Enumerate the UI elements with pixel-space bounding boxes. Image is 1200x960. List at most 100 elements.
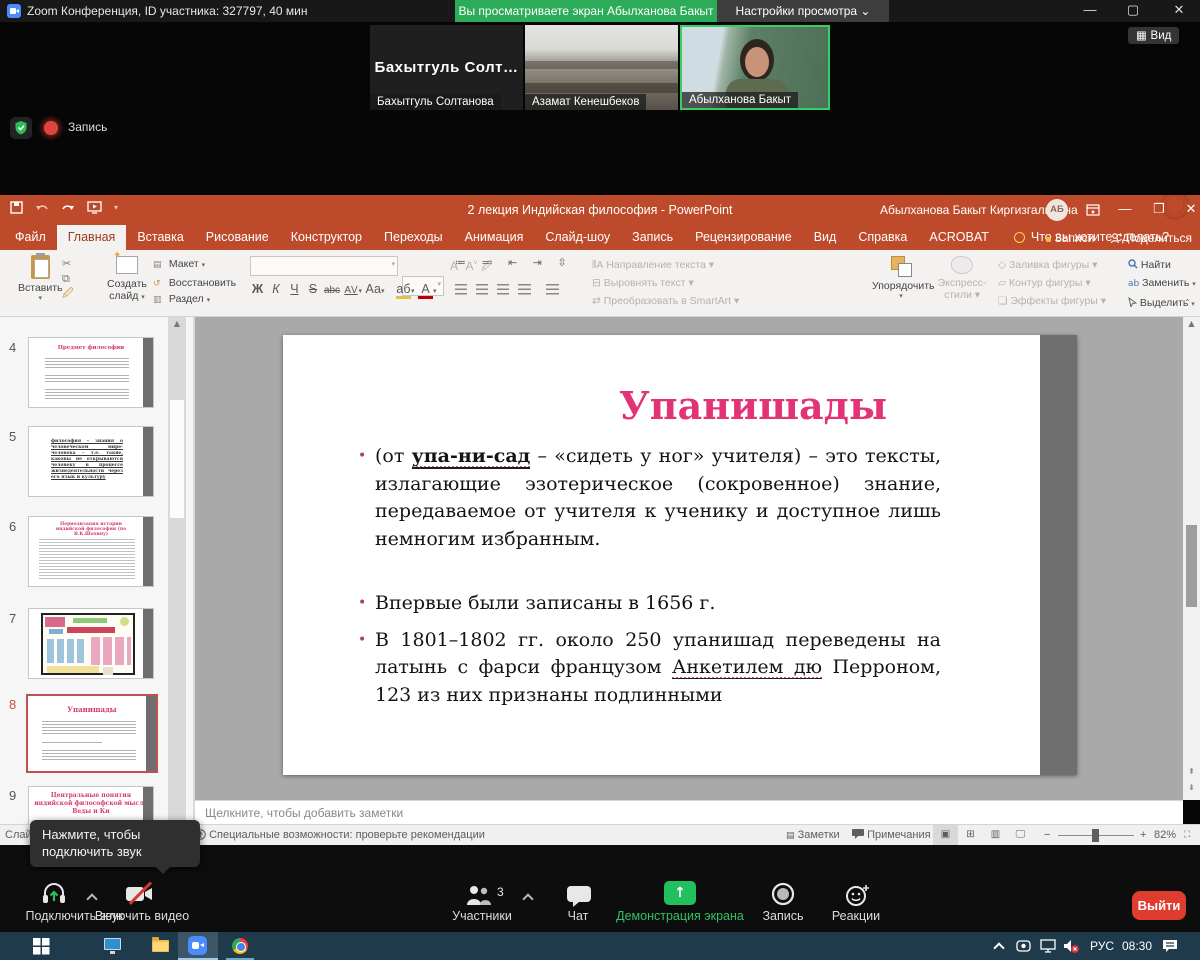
start-video-label[interactable]: Включить видео bbox=[78, 909, 206, 923]
video-tile-1[interactable]: Бахытгуль Солт… Бахытгуль Солтанова bbox=[370, 25, 523, 110]
zoom-in-button[interactable]: + bbox=[1140, 825, 1146, 845]
slideshow-button[interactable]: 🖵 bbox=[1008, 825, 1033, 845]
font-name-select[interactable] bbox=[250, 256, 398, 276]
accessibility-status[interactable]: Специальные возможности: проверьте реком… bbox=[195, 825, 485, 845]
zoom-taskbar-icon[interactable] bbox=[188, 936, 207, 955]
language-indicator[interactable]: РУС bbox=[1090, 939, 1114, 953]
arrange-button[interactable]: Упорядочить ▾ bbox=[872, 256, 930, 300]
tab-animations[interactable]: Анимация bbox=[454, 225, 535, 250]
align-buttons[interactable] bbox=[455, 284, 559, 295]
fit-to-window-icon[interactable]: ⛶ bbox=[1184, 825, 1190, 845]
new-slide-button[interactable]: Создать слайд ▾ bbox=[107, 256, 147, 302]
record-label[interactable]: Запись bbox=[742, 909, 824, 923]
quick-styles-button[interactable]: Экспресс- стили ▾ bbox=[934, 256, 990, 301]
slide-scrollbar-thumb[interactable] bbox=[1186, 525, 1197, 607]
shape-fill-button[interactable]: ◇ Заливка фигуры ▾ bbox=[998, 256, 1106, 274]
tab-transitions[interactable]: Переходы bbox=[373, 225, 454, 250]
tab-help[interactable]: Справка bbox=[847, 225, 918, 250]
view-layout-button[interactable]: ▦ Вид bbox=[1128, 27, 1179, 44]
participants-label[interactable]: Участники bbox=[428, 909, 536, 923]
security-shield-icon[interactable] bbox=[10, 117, 32, 139]
reactions-label[interactable]: Реакции bbox=[814, 909, 898, 923]
leave-meeting-button[interactable]: Выйти bbox=[1132, 891, 1186, 920]
zoom-percentage[interactable]: 82% bbox=[1154, 825, 1176, 845]
notes-button[interactable]: Записи bbox=[1046, 231, 1095, 245]
tab-insert[interactable]: Вставка bbox=[126, 225, 194, 250]
reset-button[interactable]: ↺ Восстановить bbox=[153, 275, 236, 292]
slide-scrollbar[interactable]: ▲ ⇞ ⇟ bbox=[1183, 317, 1200, 800]
audio-options-chevron[interactable] bbox=[86, 893, 97, 904]
share-screen-label[interactable]: Демонстрация экрана bbox=[598, 909, 762, 923]
ppt-close-button[interactable]: ✕ bbox=[1176, 195, 1200, 225]
replace-button[interactable]: ab Заменить ▾ bbox=[1128, 274, 1196, 294]
account-avatar[interactable]: АБ bbox=[1046, 199, 1068, 221]
tab-design[interactable]: Конструктор bbox=[280, 225, 373, 250]
slide-thumbnail-6[interactable]: Периодизация истории индийской философии… bbox=[28, 516, 154, 587]
slide-editing-area[interactable]: Упанишады (от упа-ни-сад – «сидеть у ног… bbox=[195, 317, 1183, 800]
slide-thumbnail-8-selected[interactable]: Упанишады bbox=[26, 694, 158, 773]
tab-record[interactable]: Запись bbox=[621, 225, 684, 250]
chrome-icon[interactable] bbox=[232, 938, 248, 954]
tab-review[interactable]: Рецензирование bbox=[684, 225, 803, 250]
tray-display-icon[interactable] bbox=[1040, 939, 1056, 956]
record-icon[interactable] bbox=[770, 881, 796, 912]
collapse-ribbon-icon[interactable]: ⌃ bbox=[1184, 298, 1191, 307]
zoom-minimize-button[interactable]: — bbox=[1075, 0, 1105, 22]
participants-chevron[interactable] bbox=[522, 893, 533, 904]
view-settings-dropdown[interactable]: Настройки просмотра ⌄ bbox=[717, 0, 889, 22]
ppt-minimize-button[interactable]: — bbox=[1110, 195, 1140, 225]
camera-off-icon[interactable] bbox=[124, 883, 154, 910]
tray-zoom-icon[interactable] bbox=[1016, 939, 1031, 956]
tab-file[interactable]: Файл bbox=[4, 225, 57, 250]
zoom-out-button[interactable]: − bbox=[1044, 825, 1050, 845]
tab-draw[interactable]: Рисование bbox=[195, 225, 280, 250]
zoom-slider-thumb[interactable] bbox=[1092, 829, 1099, 842]
participants-icon[interactable] bbox=[464, 883, 494, 912]
tray-audio-muted-icon[interactable] bbox=[1062, 938, 1080, 957]
slide-body-text[interactable]: (от упа-ни-сад – «сидеть у ног» учителя)… bbox=[375, 443, 941, 709]
list-indent-buttons[interactable]: ≔ ≕ ⇤ ⇥ ⇳ bbox=[455, 256, 573, 269]
tab-acrobat[interactable]: ACROBAT bbox=[918, 225, 1000, 250]
slide-sorter-button[interactable]: ⊞ bbox=[958, 825, 983, 845]
clipboard-small-buttons[interactable]: ✂⧉🖉 bbox=[62, 256, 74, 301]
start-button[interactable] bbox=[33, 938, 50, 958]
normal-view-button[interactable]: ▣ bbox=[933, 825, 958, 845]
section-button[interactable]: ▥ Раздел ▾ bbox=[153, 291, 236, 310]
reactions-icon[interactable] bbox=[844, 882, 872, 912]
chat-icon[interactable] bbox=[566, 885, 592, 912]
video-tile-3-active[interactable]: Абылханова Бакыт bbox=[680, 25, 830, 110]
ppt-restore-button[interactable]: ❐ bbox=[1144, 195, 1174, 225]
thumbnail-scrollbar[interactable]: ▲ bbox=[168, 317, 186, 824]
notification-center-icon[interactable] bbox=[1162, 939, 1178, 956]
slide-thumbnail-9[interactable]: Центральные понятия индийской философско… bbox=[28, 786, 154, 824]
smartart-button[interactable]: ⇄ Преобразовать в SmartArt ▾ bbox=[592, 292, 739, 310]
tab-view[interactable]: Вид bbox=[803, 225, 848, 250]
shape-effects-button[interactable]: ❏ Эффекты фигуры ▾ bbox=[998, 292, 1106, 310]
text-direction-button[interactable]: ⫴А Направление текста ▾ bbox=[592, 256, 739, 274]
notes-pane[interactable]: Щелкните, чтобы добавить заметки bbox=[195, 800, 1183, 824]
thumbnail-scrollbar-thumb[interactable] bbox=[170, 400, 184, 518]
share-screen-icon[interactable]: ↑ bbox=[664, 881, 696, 905]
font-format-buttons[interactable]: Ж К Ч S abc АV▾ Аа▾ аб▾ А▾ bbox=[250, 282, 437, 299]
find-button[interactable]: Найти bbox=[1128, 256, 1196, 274]
share-button[interactable]: Поделиться bbox=[1110, 231, 1192, 245]
slide-thumbnail-7[interactable] bbox=[28, 608, 154, 679]
tray-expand-chevron[interactable] bbox=[993, 942, 1004, 953]
headphones-icon[interactable] bbox=[40, 881, 68, 912]
shape-outline-button[interactable]: ▱ Контур фигуры ▾ bbox=[998, 274, 1106, 292]
align-text-button[interactable]: ⊟ Выровнять текст ▾ bbox=[592, 274, 739, 292]
tab-home[interactable]: Главная bbox=[57, 225, 127, 250]
slide-thumbnail-5[interactable]: философия – знания о человеческом мире-ч… bbox=[28, 426, 154, 497]
tab-slideshow[interactable]: Слайд-шоу bbox=[534, 225, 621, 250]
notes-toggle[interactable]: ▤ Заметки bbox=[786, 825, 840, 846]
reading-view-button[interactable]: ▥ bbox=[983, 825, 1008, 845]
clock[interactable]: 08:30 bbox=[1122, 939, 1152, 953]
slide-thumbnail-4[interactable]: Предмет философии bbox=[28, 337, 154, 408]
layout-button[interactable]: ▤ Макет ▾ bbox=[153, 256, 236, 275]
slide[interactable]: Упанишады (от упа-ни-сад – «сидеть у ног… bbox=[283, 335, 1077, 775]
paste-button[interactable]: Вставить ▾ bbox=[18, 255, 63, 302]
video-tile-2[interactable]: Азамат Кенешбеков bbox=[525, 25, 678, 110]
zoom-maximize-button[interactable]: ▢ bbox=[1118, 0, 1148, 22]
slide-title[interactable]: Упанишады bbox=[433, 383, 1073, 428]
folder-icon[interactable] bbox=[152, 940, 169, 952]
